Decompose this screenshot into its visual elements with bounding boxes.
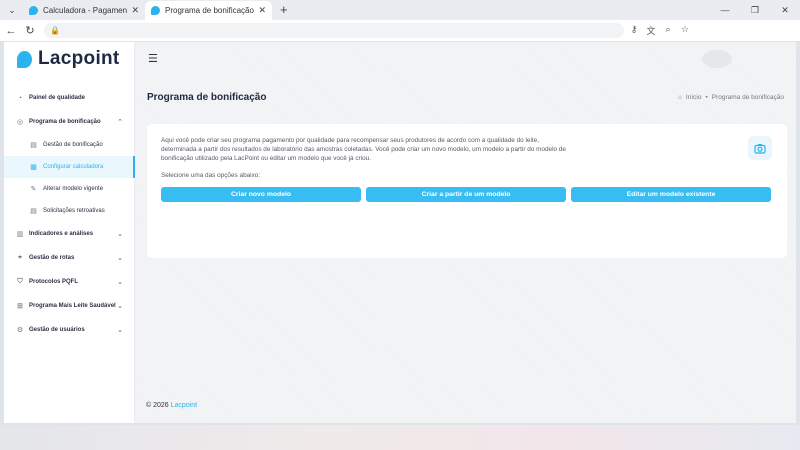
sidebar-item-indicadores[interactable]: ▥ Indicadores e análises ⌄ [4, 222, 135, 246]
tab-search-chevron-icon[interactable]: ⌄ [3, 1, 21, 19]
bookmark-star-icon[interactable]: ☆ [680, 24, 690, 37]
new-tab-button[interactable]: + [280, 2, 288, 18]
sidebar-subitem-label: Solicitações retroativas [43, 208, 105, 214]
home-icon[interactable]: ⌂ [678, 94, 682, 101]
card-prompt: Selecione uma das opções abaixo: [161, 172, 261, 179]
browser-tab-calculadora[interactable]: Calculadora - Pagamento por qual ✕ [23, 1, 145, 20]
sidebar-item-painel-qualidade[interactable]: ◔ Painel de qualidade [4, 86, 135, 110]
sidebar-subitem-solicitacoes-retroativas[interactable]: ▤ Solicitações retroativas [4, 200, 135, 222]
sidebar-subitem-label: Gestão de bonificação [43, 142, 103, 148]
window-controls: — ❐ ✕ [710, 0, 800, 20]
sidebar-item-label: Programa de bonificação [29, 119, 101, 125]
document-icon: ▤ [30, 142, 37, 149]
sidebar-subitem-configurar-calculadora[interactable]: ▦ Configurar calculadora [4, 156, 135, 178]
chevron-down-icon: ⌄ [117, 327, 123, 334]
sidebar-item-gestao-rotas[interactable]: ⌖ Gestão de rotas ⌄ [4, 246, 135, 270]
page-title: Programa de bonificação [147, 92, 267, 103]
browser-tab-programa[interactable]: Programa de bonificação - Lacpoi ✕ [145, 1, 272, 20]
address-tools: ⚷ 文 ⌕ ☆ [629, 24, 690, 37]
avatar[interactable] [702, 50, 732, 68]
key-icon[interactable]: ⚷ [629, 24, 639, 37]
minimize-icon[interactable]: — [710, 0, 740, 20]
sidebar-item-mais-leite[interactable]: ⊞ Programa Mais Leite Saudável ⌄ [4, 294, 135, 318]
desktop-background [0, 425, 800, 450]
sidebar: Lacpoint ◔ Painel de qualidade ◎ Program… [4, 42, 135, 423]
chevron-down-icon: ⌄ [117, 231, 123, 238]
restore-icon[interactable]: ❐ [740, 0, 770, 20]
gauge-icon: ◔ [17, 94, 23, 102]
card-description: Aqui você pode criar seu programa pagame… [161, 137, 566, 162]
sidebar-item-programa-bonificacao[interactable]: ◎ Programa de bonificação ⌃ [4, 110, 135, 134]
sidebar-item-gestao-usuarios[interactable]: ⚙ Gestão de usuários ⌄ [4, 318, 135, 342]
coin-icon: ◎ [16, 119, 24, 126]
camera-icon[interactable] [748, 136, 772, 160]
sidebar-subitem-label: Alterar modelo vigente [43, 186, 104, 192]
page-viewport: Lacpoint ◔ Painel de qualidade ◎ Program… [4, 42, 796, 423]
chevron-down-icon: ⌄ [117, 279, 123, 286]
lacpoint-favicon-icon [151, 6, 160, 15]
breadcrumb-home[interactable]: Início [686, 94, 702, 101]
action-buttons: Criar novo modelo Criar a partir de um m… [161, 187, 771, 202]
sidebar-item-label: Painel de qualidade [29, 95, 86, 101]
sidebar-menu: ◔ Painel de qualidade ◎ Programa de boni… [4, 86, 135, 342]
sidebar-item-label: Programa Mais Leite Saudável [29, 303, 116, 309]
reload-icon[interactable]: ↻ [22, 24, 38, 37]
calculator-icon: ▦ [30, 164, 37, 171]
lacpoint-logo-icon [17, 50, 32, 68]
back-arrow-icon[interactable]: ← [3, 25, 19, 37]
chart-icon: ▥ [16, 231, 24, 238]
address-bar: ← ↻ 🔒 ⚷ 文 ⌕ ☆ [0, 20, 800, 41]
sidebar-item-protocolos-pqfl[interactable]: ⛉ Protocolos PQFL ⌄ [4, 270, 135, 294]
edit-icon: ✎ [30, 186, 37, 193]
logo-text: Lacpoint [38, 48, 120, 69]
chevron-down-icon: ⌄ [117, 303, 123, 310]
url-input[interactable]: 🔒 [44, 23, 624, 38]
footer-copyright: © 2026 [146, 402, 169, 409]
gear-icon: ⚙ [16, 327, 24, 334]
lacpoint-logo[interactable]: Lacpoint [17, 48, 120, 70]
close-window-icon[interactable]: ✕ [770, 0, 800, 20]
hamburger-menu-icon[interactable]: ☰ [148, 52, 158, 65]
sidebar-item-label: Protocolos PQFL [29, 279, 79, 285]
bonification-card: Aqui você pode criar seu programa pagame… [147, 124, 787, 258]
chevron-down-icon: ⌄ [117, 255, 123, 262]
create-new-model-button[interactable]: Criar novo modelo [161, 187, 361, 202]
pin-icon: ⌖ [18, 254, 22, 261]
breadcrumb-separator: • [705, 94, 708, 101]
tab-close-icon[interactable]: ✕ [258, 5, 266, 16]
tab-title: Programa de bonificação - Lacpoi [165, 6, 254, 15]
chevron-up-icon: ⌃ [117, 119, 123, 126]
page-footer: © 2026 Lacpoint [146, 402, 197, 409]
breadcrumb: ⌂ Início • Programa de bonificação [678, 94, 784, 101]
tab-close-icon[interactable]: ✕ [131, 5, 139, 16]
site-info-icon[interactable]: 🔒 [50, 26, 60, 35]
zoom-icon[interactable]: ⌕ [663, 24, 673, 37]
shield-icon: ⛉ [17, 278, 23, 285]
sidebar-item-label: Gestão de usuários [29, 327, 85, 333]
sidebar-subitem-label: Configurar calculadora [43, 164, 104, 170]
document-icon: ▤ [30, 208, 37, 215]
translate-icon[interactable]: 文 [646, 24, 656, 37]
footer-brand-link[interactable]: Lacpoint [171, 402, 197, 409]
browser-tab-bar: ⌄ Calculadora - Pagamento por qual ✕ Pro… [0, 0, 800, 20]
sidebar-subitem-gestao-bonificacao[interactable]: ▤ Gestão de bonificação [4, 134, 135, 156]
sidebar-item-label: Gestão de rotas [29, 255, 75, 261]
edit-existing-model-button[interactable]: Editar um modelo existente [571, 187, 771, 202]
breadcrumb-current: Programa de bonificação [711, 94, 784, 101]
tab-title: Calculadora - Pagamento por qual [43, 6, 128, 15]
sidebar-subitem-alterar-modelo[interactable]: ✎ Alterar modelo vigente [4, 178, 135, 200]
sidebar-item-label: Indicadores e análises [29, 231, 94, 237]
create-from-model-button[interactable]: Criar a partir de um modelo [366, 187, 566, 202]
grid-icon: ⊞ [17, 303, 23, 310]
lacpoint-favicon-icon [29, 6, 38, 15]
camera-icon-svg [754, 143, 766, 154]
